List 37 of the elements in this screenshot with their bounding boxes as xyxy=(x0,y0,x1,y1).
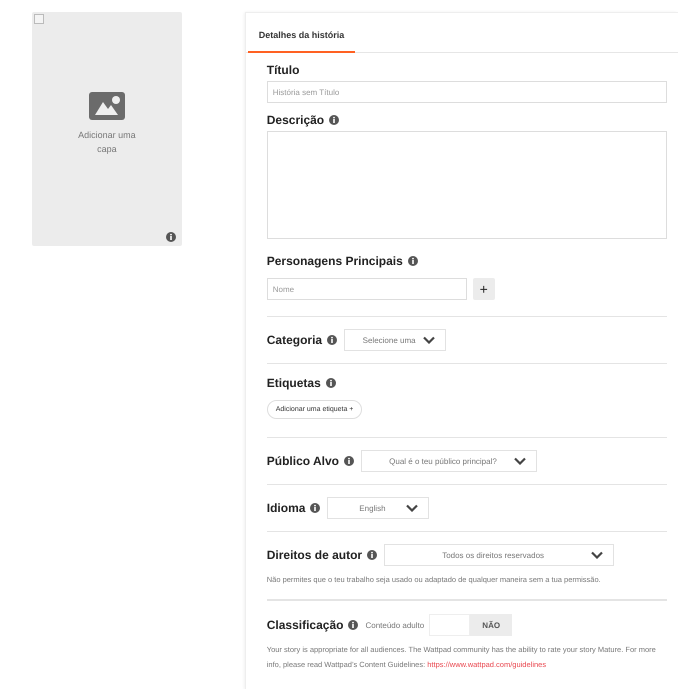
dropdown[interactable]: English xyxy=(327,497,430,519)
field-label: Etiquetas xyxy=(266,376,321,390)
toggle-switch[interactable]: NÃO xyxy=(429,614,512,636)
cover-label: Adicionar uma capa xyxy=(77,129,137,156)
field-label: Título xyxy=(266,63,300,77)
text-field[interactable]: História sem Título xyxy=(266,81,667,103)
info-icon xyxy=(408,256,418,266)
info-icon xyxy=(310,503,320,513)
info-icon xyxy=(166,232,176,242)
chevron-down-icon xyxy=(591,551,604,559)
dropdown[interactable]: Todos os direitos reservados xyxy=(384,544,614,566)
field-label: Idioma xyxy=(266,501,306,515)
chevron-down-icon xyxy=(423,336,436,344)
info-icon xyxy=(348,620,358,630)
info-icon xyxy=(326,378,336,388)
field-label: Classificação xyxy=(266,618,344,632)
cover-placeholder[interactable]: Adicionar uma capa xyxy=(32,12,182,246)
field-label: Direitos de autor xyxy=(266,548,362,562)
dropdown[interactable]: Selecione uma xyxy=(344,329,446,351)
name-field[interactable]: Nome xyxy=(266,278,467,300)
tab[interactable]: Detalhes da história xyxy=(248,13,356,53)
info-icon xyxy=(329,115,340,125)
text-area[interactable] xyxy=(266,131,667,239)
checkbox[interactable] xyxy=(34,14,44,24)
info-icon xyxy=(344,456,354,466)
add-button[interactable]: + xyxy=(472,278,495,300)
toggle-label: Conteúdo adulto xyxy=(365,620,424,630)
chevron-down-icon xyxy=(514,457,526,465)
image-icon xyxy=(88,92,125,120)
chevron-down-icon xyxy=(406,504,418,512)
field-label: Categoria xyxy=(266,333,322,347)
dropdown[interactable]: Qual é o teu público principal? xyxy=(360,450,537,472)
info-icon xyxy=(327,335,338,345)
field-label: Descrição xyxy=(266,113,324,127)
info-icon xyxy=(367,550,378,560)
field-label: Público Alvo xyxy=(266,454,339,468)
field-label: Personagens Principais xyxy=(266,254,403,268)
